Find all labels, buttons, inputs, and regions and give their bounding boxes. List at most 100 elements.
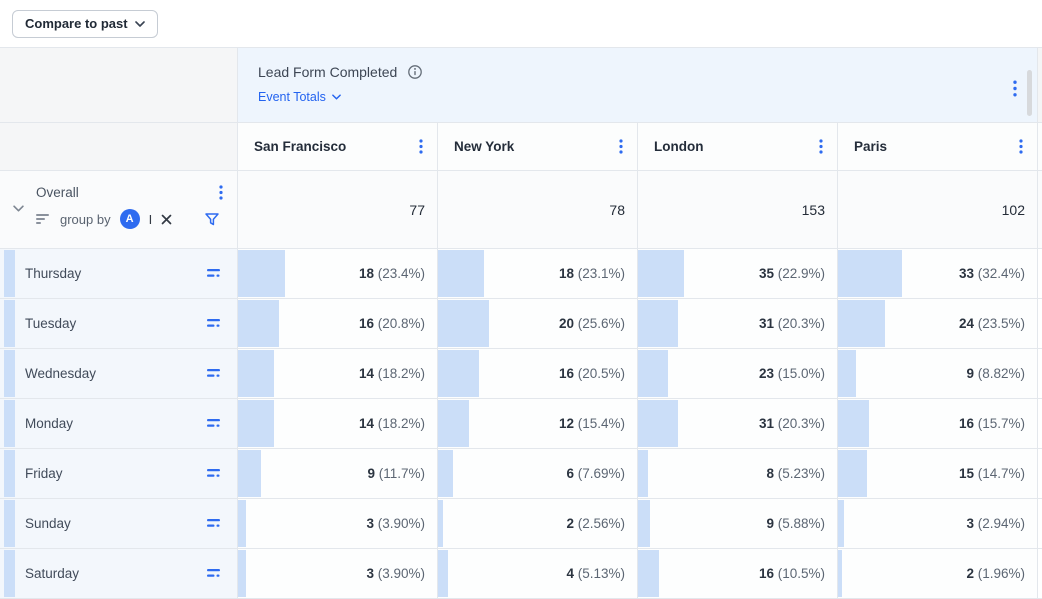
cell-value: 18 (23.4%) [359,266,425,281]
percentage-bar [438,550,448,597]
data-cell[interactable]: 2 (2.56%) [437,499,637,548]
data-cell[interactable]: 33 (32.4%) [837,249,1037,298]
event-totals-dropdown[interactable]: Event Totals [258,90,341,104]
data-cell[interactable]: 14 (18.2%) [237,399,437,448]
percentage-bar [238,400,274,447]
data-cell[interactable]: 16 (15.7%) [837,399,1037,448]
column-header-paris[interactable]: Paris [837,123,1037,170]
column-kebab-menu-icon[interactable] [1019,139,1023,154]
row-cells: 14 (18.2%)16 (20.5%)23 (15.0%)9 (8.82%) [237,349,1037,398]
inspect-streams-icon[interactable] [206,468,222,479]
data-cell[interactable]: 3 (2.94%) [837,499,1037,548]
percentage-bar [838,350,856,397]
event-totals-label: Event Totals [258,90,326,104]
percentage-bar [638,400,678,447]
column-kebab-menu-icon[interactable] [819,139,823,154]
data-cell[interactable]: 16 (20.8%) [237,299,437,348]
inspect-streams-icon[interactable] [206,518,222,529]
percentage-bar [238,250,285,297]
data-cell[interactable]: 2 (1.96%) [837,549,1037,598]
data-cell[interactable]: 15 (14.7%) [837,449,1037,498]
overall-value: 102 [1002,202,1025,218]
table-row: Monday 14 (18.2%) 12 (15.4%) 31 (20.3%) 16 … [0,399,1042,449]
overall-value: 153 [802,202,825,218]
overflow-column [1037,449,1042,498]
info-icon[interactable] [407,64,423,80]
percentage-bar [438,400,469,447]
compare-to-past-button[interactable]: Compare to past [12,10,158,38]
row-color-strip [4,550,15,597]
overall-kebab-menu-icon[interactable] [219,185,223,200]
cell-value: 9 (11.7%) [367,466,425,481]
overflow-column [1037,299,1042,348]
inspect-streams-icon[interactable] [206,318,222,329]
overall-value-cell[interactable]: 78 [437,171,637,248]
row-header[interactable]: Saturday [0,549,237,598]
scrollbar-thumb[interactable] [1027,70,1032,116]
row-header[interactable]: Monday [0,399,237,448]
data-cell[interactable]: 18 (23.4%) [237,249,437,298]
cell-value: 20 (25.6%) [559,316,625,331]
inspect-streams-icon[interactable] [206,418,222,429]
compare-to-past-label: Compare to past [25,16,128,31]
data-cell[interactable]: 9 (5.88%) [637,499,837,548]
cell-value: 14 (18.2%) [359,416,425,431]
data-cell[interactable]: 31 (20.3%) [637,299,837,348]
column-header-san-francisco[interactable]: San Francisco [237,123,437,170]
cell-value: 31 (20.3%) [759,416,825,431]
inspect-streams-icon[interactable] [206,368,222,379]
inspect-streams-icon[interactable] [206,268,222,279]
event-kebab-menu-icon[interactable] [1013,80,1017,102]
data-cell[interactable]: 9 (8.82%) [837,349,1037,398]
percentage-bar [838,250,902,297]
data-cell[interactable]: 6 (7.69%) [437,449,637,498]
table-row: Thursday 18 (23.4%) 18 (23.1%) 35 (22.9%) 3… [0,249,1042,299]
cell-value: 4 (5.13%) [566,566,625,581]
row-color-strip [4,350,15,397]
data-cell[interactable]: 24 (23.5%) [837,299,1037,348]
results-table: Lead Form Completed Event Totals San Fra… [0,48,1042,599]
data-cell[interactable]: 14 (18.2%) [237,349,437,398]
row-color-strip [4,450,15,497]
cell-value: 35 (22.9%) [759,266,825,281]
data-cell[interactable]: 16 (10.5%) [637,549,837,598]
row-color-strip [4,250,15,297]
overflow-column [1037,499,1042,548]
data-cell[interactable]: 8 (5.23%) [637,449,837,498]
group-by-property-value[interactable]: I [149,212,153,227]
row-header[interactable]: Wednesday [0,349,237,398]
data-cell[interactable]: 9 (11.7%) [237,449,437,498]
overall-value-cell[interactable]: 102 [837,171,1037,248]
overall-value-cell[interactable]: 77 [237,171,437,248]
data-cell[interactable]: 18 (23.1%) [437,249,637,298]
data-cell[interactable]: 3 (3.90%) [237,549,437,598]
overall-value-cell[interactable]: 153 [637,171,837,248]
row-header[interactable]: Thursday [0,249,237,298]
event-title: Lead Form Completed [258,64,397,80]
data-cell[interactable]: 23 (15.0%) [637,349,837,398]
percentage-bar [838,500,844,547]
data-cell[interactable]: 20 (25.6%) [437,299,637,348]
row-header[interactable]: Tuesday [0,299,237,348]
filter-funnel-icon[interactable] [205,213,219,226]
column-kebab-menu-icon[interactable] [419,139,423,154]
cell-value: 15 (14.7%) [959,466,1025,481]
data-cell[interactable]: 31 (20.3%) [637,399,837,448]
cell-value: 8 (5.23%) [766,466,825,481]
collapse-chevron-icon[interactable] [13,205,24,212]
data-cell[interactable]: 3 (3.90%) [237,499,437,548]
data-cell[interactable]: 12 (15.4%) [437,399,637,448]
column-header-london[interactable]: London [637,123,837,170]
overflow-column [1037,349,1042,398]
inspect-streams-icon[interactable] [206,568,222,579]
remove-group-by-icon[interactable] [161,214,172,225]
column-header-new-york[interactable]: New York [437,123,637,170]
chevron-down-icon [332,94,341,100]
percentage-bar [838,400,869,447]
data-cell[interactable]: 35 (22.9%) [637,249,837,298]
row-header[interactable]: Sunday [0,499,237,548]
row-header[interactable]: Friday [0,449,237,498]
data-cell[interactable]: 4 (5.13%) [437,549,637,598]
column-kebab-menu-icon[interactable] [619,139,623,154]
data-cell[interactable]: 16 (20.5%) [437,349,637,398]
